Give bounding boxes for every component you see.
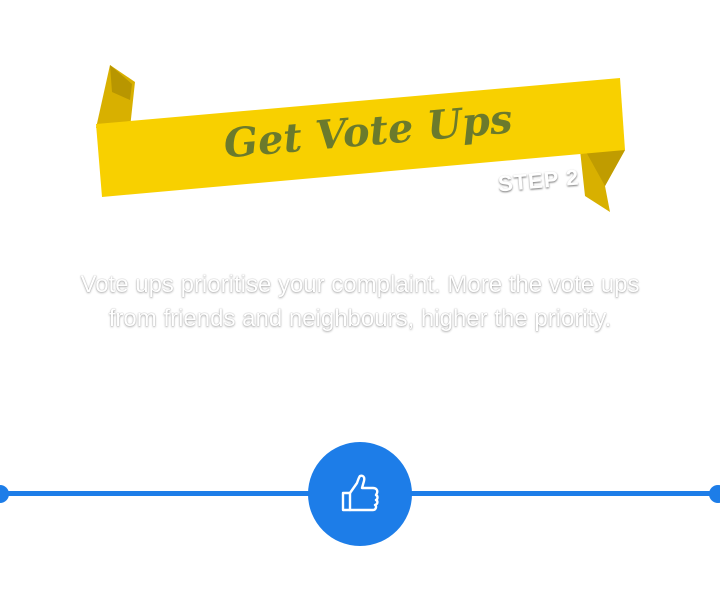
progress-dot-previous[interactable]	[0, 485, 9, 503]
ribbon-banner: Get Vote Ups STEP 2	[0, 0, 720, 230]
vote-up-button[interactable]	[308, 442, 412, 546]
onboarding-step: Get Vote Ups STEP 2 Vote ups prioritise …	[0, 0, 720, 600]
step-description: Vote ups prioritise your complaint. More…	[80, 271, 640, 332]
progress-dot-next[interactable]	[709, 485, 720, 503]
thumbs-up-icon	[337, 471, 383, 517]
